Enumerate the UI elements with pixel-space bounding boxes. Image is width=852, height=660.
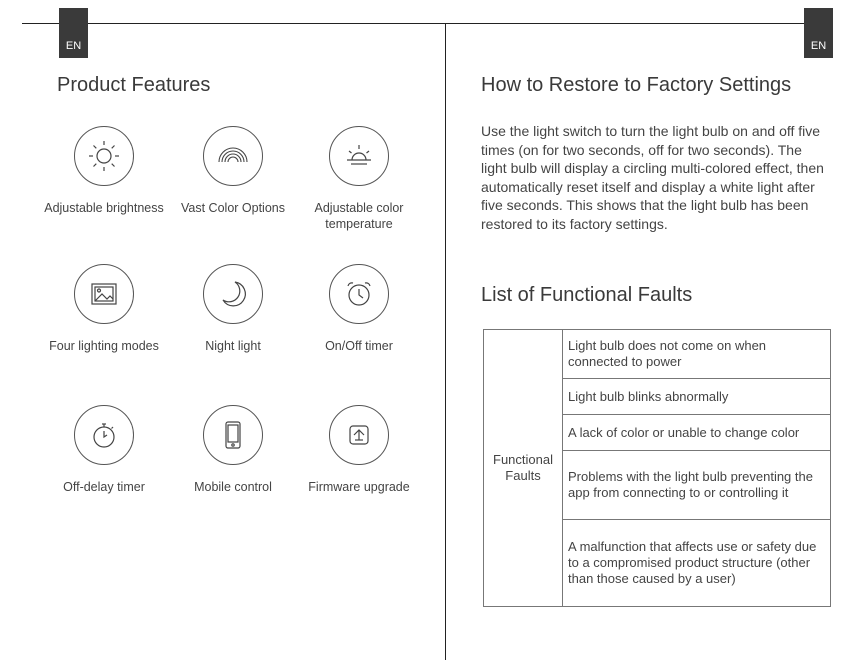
feature-four-lighting-modes: Four lighting modes [39,264,169,354]
alarm-clock-icon [329,264,389,324]
feature-on-off-timer: On/Off timer [294,264,424,354]
upgrade-icon [329,405,389,465]
feature-label: Adjustable brightness [44,201,164,215]
moon-icon [203,264,263,324]
feature-label: On/Off timer [325,339,393,353]
feature-vast-color-options: Vast Color Options [168,126,298,216]
sunrise-icon [329,126,389,186]
language-label: EN [65,40,82,52]
feature-label: Vast Color Options [181,201,285,215]
fault-item: Light bulb does not come on when connect… [562,329,831,379]
feature-label: Firmware upgrade [308,480,410,494]
stopwatch-icon [74,405,134,465]
fault-item: A malfunction that affects use or safety… [562,519,831,607]
feature-label: Mobile control [194,480,272,494]
rainbow-icon [203,126,263,186]
page-divider [445,23,446,660]
feature-adjustable-color-temperature: Adjustable color temperature [294,126,424,232]
language-label: EN [810,40,827,52]
feature-night-light: Night light [168,264,298,354]
table-row: Functional Faults Light bulb does not co… [483,329,831,607]
product-features-title: Product Features [57,74,211,96]
fault-item: Light bulb blinks abnormally [562,378,831,415]
feature-off-delay-timer: Off-delay timer [39,405,169,495]
top-rule-right [446,23,830,24]
faults-table: Functional Faults Light bulb does not co… [483,329,831,607]
faults-category-cell: Functional Faults [483,329,563,607]
feature-label: Adjustable color temperature [314,201,404,231]
fault-item: Problems with the light bulb preventing … [562,450,831,520]
feature-label: Night light [205,339,261,353]
feature-label: Four lighting modes [49,339,159,353]
language-tab-left: EN [59,8,88,58]
feature-firmware-upgrade: Firmware upgrade [294,405,424,495]
picture-icon [74,264,134,324]
restore-title: How to Restore to Factory Settings [481,74,792,96]
faults-title: List of Functional Faults [481,284,693,306]
fault-item: A lack of color or unable to change colo… [562,414,831,451]
feature-mobile-control: Mobile control [168,405,298,495]
feature-label: Off-delay timer [63,480,145,494]
feature-adjustable-brightness: Adjustable brightness [39,126,169,216]
language-tab-right: EN [804,8,833,58]
phone-icon [203,405,263,465]
restore-instructions: Use the light switch to turn the light b… [481,123,824,232]
sun-icon [74,126,134,186]
